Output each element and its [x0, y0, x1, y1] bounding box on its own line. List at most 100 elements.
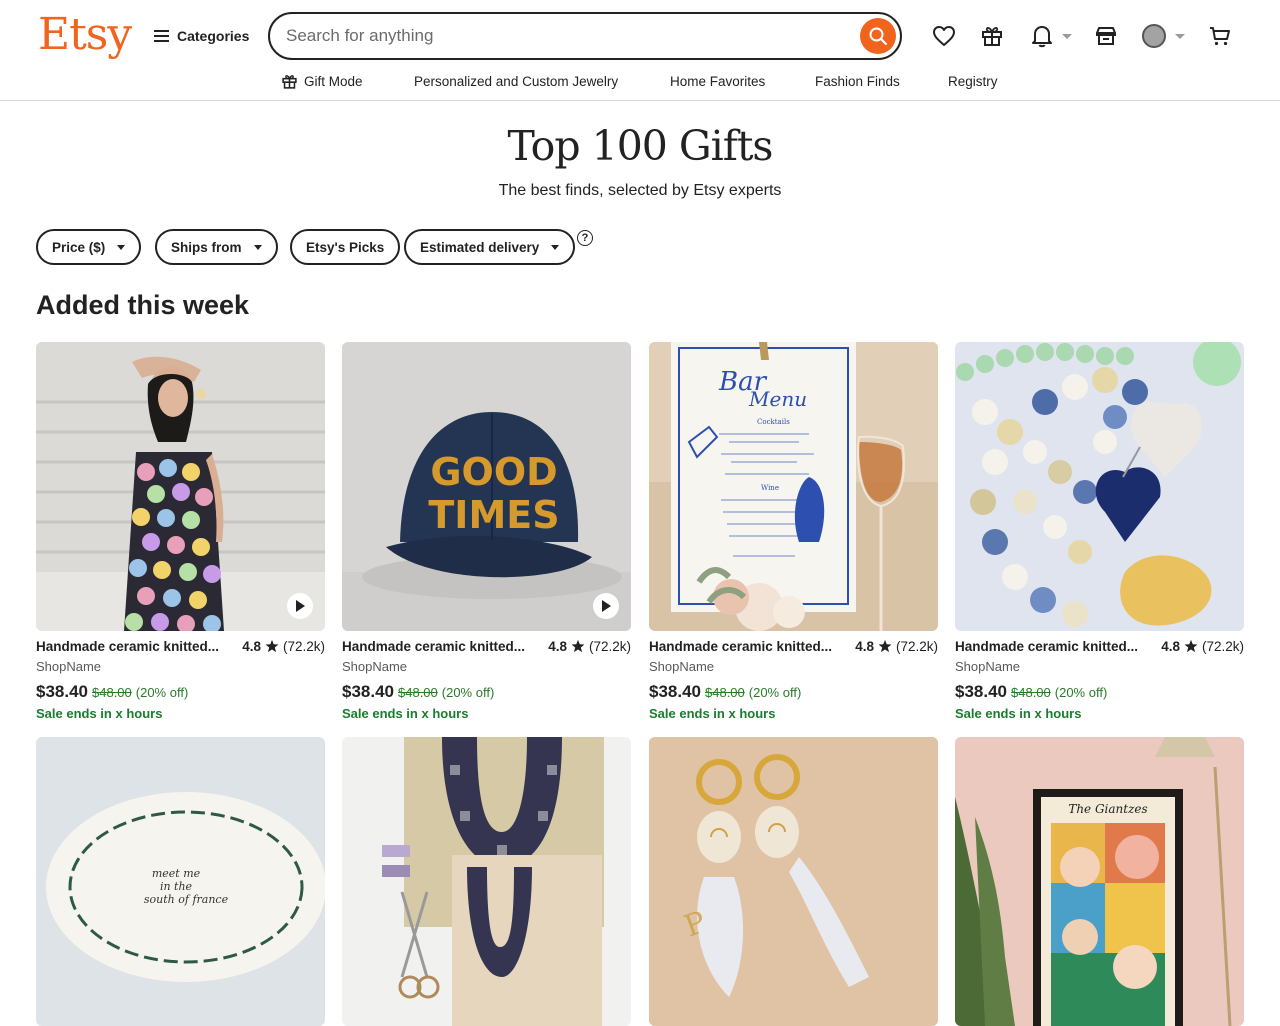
shop-name[interactable]: ShopName — [955, 659, 1244, 674]
page-title: Top 100 Gifts — [507, 122, 774, 170]
gift-icon — [982, 27, 1002, 46]
play-video-button[interactable] — [593, 593, 619, 619]
product-card[interactable]: Handmade ceramic knitted... 4.8 (72.2k) … — [955, 342, 1244, 721]
notifications-button[interactable] — [1029, 22, 1073, 50]
cap-text-line2: TIMES — [428, 493, 559, 537]
sale-notice: Sale ends in x hours — [649, 706, 776, 721]
product-rating: 4.8 (72.2k) — [548, 639, 631, 654]
nav-fashion-finds[interactable]: Fashion Finds — [815, 70, 900, 92]
filter-ships-from[interactable]: Ships from — [155, 229, 278, 265]
menu-icon — [154, 30, 169, 42]
chevron-down-icon — [1174, 33, 1185, 39]
play-video-button[interactable] — [287, 593, 313, 619]
nav-label: Fashion Finds — [815, 73, 900, 89]
favorites-button[interactable] — [931, 22, 957, 50]
product-rating: 4.8 (72.2k) — [242, 639, 325, 654]
review-count: (72.2k) — [588, 638, 631, 654]
product-price: $38.40 — [342, 682, 394, 701]
menu-heading: Wine — [761, 484, 779, 492]
star-icon — [878, 639, 892, 653]
product-card[interactable]: P — [649, 737, 938, 1026]
product-image[interactable]: GOOD TIMES — [342, 342, 631, 631]
plate-text: in the — [160, 880, 193, 893]
gift-mode-button[interactable] — [979, 22, 1005, 50]
product-image[interactable] — [955, 342, 1244, 631]
nav-registry[interactable]: Registry — [948, 70, 998, 92]
shop-name[interactable]: ShopName — [649, 659, 938, 674]
original-price: $48.00 — [398, 685, 438, 700]
star-icon — [571, 639, 585, 653]
review-count: (72.2k) — [282, 638, 325, 654]
filter-estimated-delivery[interactable]: Estimated delivery — [404, 229, 576, 265]
filter-label: Price ($) — [52, 239, 106, 255]
product-card[interactable]: GOOD TIMES Handmade ceramic knitted... 4… — [342, 342, 631, 721]
product-title[interactable]: Handmade ceramic knitted... — [342, 639, 525, 654]
nav-label: Home Favorites — [670, 73, 766, 89]
discount: (20% off) — [135, 685, 189, 700]
product-price: $38.40 — [36, 682, 88, 701]
product-card[interactable]: Handmade ceramic knitted... 4.8 (72.2k) … — [36, 342, 325, 721]
product-card[interactable] — [342, 737, 631, 1026]
product-card[interactable]: The Giantzes — [955, 737, 1244, 1026]
rating-value: 4.8 — [548, 638, 567, 654]
shop-name[interactable]: ShopName — [36, 659, 325, 674]
product-rating: 4.8 (72.2k) — [1161, 639, 1244, 654]
product-title[interactable]: Handmade ceramic knitted... — [36, 639, 219, 654]
categories-label: Categories — [177, 28, 250, 44]
bell-icon — [1031, 26, 1052, 48]
product-image[interactable]: P — [649, 737, 938, 1026]
shop-name[interactable]: ShopName — [342, 659, 631, 674]
review-count: (72.2k) — [1201, 638, 1244, 654]
star-icon — [265, 639, 279, 653]
filter-label: Etsy's Picks — [306, 239, 385, 255]
poster-text: The Giantzes — [1068, 802, 1147, 816]
product-card[interactable]: meet me in the south of france — [36, 737, 325, 1026]
sale-notice: Sale ends in x hours — [36, 706, 163, 721]
product-card[interactable]: Bar Menu Cocktails Wine Handmade ceramic… — [649, 342, 938, 721]
original-price: $48.00 — [1011, 685, 1051, 700]
product-title[interactable]: Handmade ceramic knitted... — [649, 639, 832, 654]
product-image[interactable]: Bar Menu Cocktails Wine — [649, 342, 938, 631]
product-image[interactable]: meet me in the south of france — [36, 737, 325, 1026]
search-bar — [268, 12, 902, 60]
nav-home-favorites[interactable]: Home Favorites — [670, 70, 765, 92]
plate-text: south of france — [144, 893, 229, 906]
search-button[interactable] — [860, 18, 896, 54]
cap-text-line1: GOOD — [430, 450, 557, 494]
cart-button[interactable] — [1207, 22, 1233, 50]
nav-gift-mode[interactable]: Gift Mode — [281, 70, 363, 92]
product-title[interactable]: Handmade ceramic knitted... — [955, 639, 1138, 654]
avatar — [1141, 24, 1166, 48]
rating-value: 4.8 — [855, 638, 874, 654]
chevron-down-icon — [253, 244, 262, 250]
product-image[interactable] — [36, 342, 325, 631]
help-icon[interactable]: ? — [577, 230, 593, 246]
original-price: $48.00 — [705, 685, 745, 700]
rating-value: 4.8 — [1161, 638, 1180, 654]
chevron-down-icon — [551, 244, 560, 250]
nav-label: Registry — [948, 73, 998, 89]
filter-price[interactable]: Price ($) — [36, 229, 142, 265]
sale-notice: Sale ends in x hours — [955, 706, 1082, 721]
product-image[interactable]: The Giantzes — [955, 737, 1244, 1026]
menu-heading: Cocktails — [757, 418, 790, 426]
star-icon — [1184, 639, 1198, 653]
shop-manager-button[interactable] — [1093, 22, 1119, 50]
cart-icon — [1210, 27, 1230, 46]
product-rating: 4.8 (72.2k) — [855, 639, 938, 654]
discount: (20% off) — [1054, 685, 1108, 700]
gift-icon — [282, 74, 297, 89]
menu-title: Menu — [748, 387, 807, 411]
categories-button[interactable]: Categories — [154, 26, 249, 46]
section-title: Added this week — [36, 290, 250, 320]
nav-label: Gift Mode — [304, 73, 363, 89]
product-image[interactable] — [342, 737, 631, 1026]
filter-etsys-picks[interactable]: Etsy's Picks — [290, 229, 401, 265]
etsy-logo[interactable]: Etsy — [38, 9, 132, 61]
search-input[interactable] — [286, 24, 846, 48]
account-button[interactable] — [1141, 22, 1185, 50]
nav-personalized-jewelry[interactable]: Personalized and Custom Jewelry — [414, 70, 618, 92]
discount: (20% off) — [441, 685, 495, 700]
rating-value: 4.8 — [242, 638, 261, 654]
nav-label: Personalized and Custom Jewelry — [414, 73, 619, 89]
